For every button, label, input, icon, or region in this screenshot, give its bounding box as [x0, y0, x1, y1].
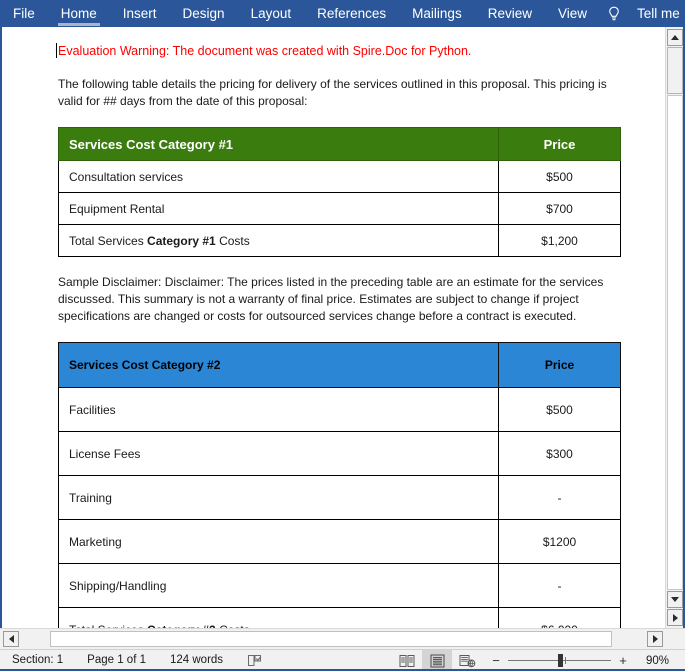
- ribbon-tab-insert[interactable]: Insert: [110, 0, 170, 27]
- chevron-left-icon: [8, 635, 14, 643]
- evaluation-warning-text: Evaluation Warning: The document was cre…: [58, 44, 472, 58]
- table1-item-2-post: Costs: [215, 233, 250, 248]
- zoom-slider-thumb[interactable]: [558, 654, 563, 667]
- chevron-right-icon-h: [652, 635, 658, 643]
- table2-price-5: $6,000: [498, 607, 621, 628]
- window-left-frame: [0, 27, 2, 628]
- table1-price-1: $700: [498, 192, 621, 225]
- table2-price-0: $500: [498, 387, 621, 432]
- text-caret: [56, 43, 57, 58]
- chevron-down-icon: [671, 597, 679, 602]
- table-header-row: Services Cost Category #1 Price: [58, 127, 621, 161]
- table1-header-category: Services Cost Category #1: [58, 127, 499, 161]
- table2-item-3-text: Marketing: [69, 534, 122, 549]
- evaluation-warning: Evaluation Warning: The document was cre…: [56, 43, 631, 59]
- read-mode-icon[interactable]: [392, 650, 422, 671]
- table1-item-0-text: Consultation services: [69, 169, 184, 184]
- ribbon-tab-mailings[interactable]: Mailings: [399, 0, 475, 27]
- status-bar: Section: 1 Page 1 of 1 124 words − + 90%: [0, 649, 685, 671]
- tell-me-label[interactable]: Tell me: [624, 0, 685, 27]
- table2-item-3: Marketing: [58, 519, 499, 564]
- services-cost-category-2-table: Services Cost Category #2 Price Faciliti…: [58, 342, 621, 628]
- ribbon-tab-bar: File Home Insert Design Layout Reference…: [0, 0, 685, 27]
- table-row: Facilities $500: [58, 387, 621, 432]
- table-row: Training -: [58, 475, 621, 520]
- table2-item-5: Total Services Category #2 Costs: [58, 607, 499, 628]
- scroll-right-button[interactable]: [647, 631, 663, 647]
- table-row: Equipment Rental $700: [58, 192, 621, 225]
- chevron-right-icon: [672, 613, 678, 622]
- services-cost-category-1-table: Services Cost Category #1 Price Consulta…: [58, 127, 621, 257]
- table2-item-2: Training: [58, 475, 499, 520]
- ribbon-tab-references[interactable]: References: [304, 0, 399, 27]
- zoom-out-button[interactable]: −: [488, 650, 504, 671]
- table1-header-price: Price: [498, 127, 621, 161]
- table1-item-2-pre: Total Services: [69, 233, 148, 248]
- zoom-level-label[interactable]: 90%: [631, 655, 673, 667]
- table1-item-2-bold: Category #1: [147, 233, 216, 248]
- table2-price-1: $300: [498, 431, 621, 476]
- table2-item-4-text: Shipping/Handling: [69, 578, 167, 593]
- status-page-number[interactable]: Page 1 of 1: [75, 650, 158, 671]
- status-word-count[interactable]: 124 words: [158, 650, 235, 671]
- table2-item-1: License Fees: [58, 431, 499, 476]
- intro-paragraph: The following table details the pricing …: [58, 77, 607, 108]
- proofing-check-icon[interactable]: [235, 654, 276, 668]
- table2-header-price: Price: [498, 342, 621, 388]
- vertical-scrollbar[interactable]: [665, 27, 683, 628]
- table2-price-2: -: [498, 475, 621, 520]
- horizontal-scrollbar[interactable]: [0, 628, 685, 649]
- zoom-slider[interactable]: [508, 650, 611, 671]
- chevron-up-icon: [671, 35, 679, 40]
- status-section[interactable]: Section: 1: [0, 650, 75, 671]
- table-row: Total Services Category #1 Costs $1,200: [58, 224, 621, 257]
- table1-price-2: $1,200: [498, 224, 621, 257]
- zoom-slider-tick: [565, 657, 566, 664]
- status-bar-left: Section: 1 Page 1 of 1 124 words: [0, 650, 276, 671]
- table1-price-0: $500: [498, 160, 621, 193]
- status-bar-right: − + 90%: [392, 650, 685, 671]
- ribbon-tab-design[interactable]: Design: [170, 0, 238, 27]
- table2-price-4: -: [498, 563, 621, 608]
- ribbon-tab-file[interactable]: File: [0, 0, 48, 27]
- table-header-row: Services Cost Category #2 Price: [58, 342, 621, 388]
- ribbon-tab-layout[interactable]: Layout: [238, 0, 305, 27]
- scroll-down-button[interactable]: [667, 591, 683, 608]
- zoom-in-button[interactable]: +: [615, 650, 631, 671]
- word-window: File Home Insert Design Layout Reference…: [0, 0, 685, 671]
- scroll-up-button[interactable]: [667, 29, 683, 46]
- table1-item-1-text: Equipment Rental: [69, 201, 165, 216]
- ribbon-tab-review[interactable]: Review: [475, 0, 545, 27]
- print-layout-icon[interactable]: [422, 650, 452, 671]
- scroll-left-button[interactable]: [3, 631, 19, 647]
- vertical-scrollbar-track[interactable]: [667, 95, 683, 590]
- table-row: Shipping/Handling -: [58, 563, 621, 608]
- table2-header-category: Services Cost Category #2: [58, 342, 499, 388]
- ribbon-tab-view[interactable]: View: [545, 0, 600, 27]
- ribbon-tab-home[interactable]: Home: [48, 0, 110, 27]
- table2-item-0-text: Facilities: [69, 402, 116, 417]
- table1-item-0: Consultation services: [58, 160, 499, 193]
- disclaimer-paragraph: Sample Disclaimer: Disclaimer: The price…: [58, 275, 604, 323]
- table-row: Consultation services $500: [58, 160, 621, 193]
- next-page-button[interactable]: [667, 609, 683, 626]
- table-row: Marketing $1200: [58, 519, 621, 564]
- table1-item-2: Total Services Category #1 Costs: [58, 224, 499, 257]
- table2-price-3: $1200: [498, 519, 621, 564]
- zoom-control: − + 90%: [482, 650, 679, 671]
- horizontal-scrollbar-thumb[interactable]: [50, 631, 612, 647]
- document-page[interactable]: Evaluation Warning: The document was cre…: [10, 27, 658, 628]
- table-row: License Fees $300: [58, 431, 621, 476]
- table2-item-2-text: Training: [69, 490, 112, 505]
- tell-me-box[interactable]: Tell me: [606, 0, 685, 27]
- table2-item-0: Facilities: [58, 387, 499, 432]
- table2-item-4: Shipping/Handling: [58, 563, 499, 608]
- table2-item-1-text: License Fees: [69, 446, 141, 461]
- vertical-scrollbar-thumb[interactable]: [667, 47, 683, 94]
- web-layout-icon[interactable]: [452, 650, 482, 671]
- table1-item-1: Equipment Rental: [58, 192, 499, 225]
- table-row: Total Services Category #2 Costs $6,000: [58, 607, 621, 628]
- lightbulb-icon: [606, 5, 622, 23]
